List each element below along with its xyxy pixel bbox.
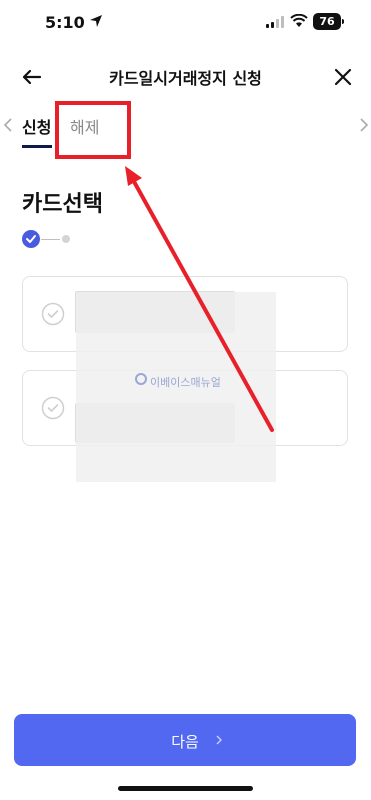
section-title: 카드선택: [22, 192, 103, 217]
cellular-signal-icon: [266, 16, 284, 28]
status-time: 5:10: [45, 13, 85, 32]
watermark-logo-icon: [135, 373, 147, 385]
chevron-right-icon[interactable]: [358, 116, 370, 134]
step-connector: [41, 238, 60, 240]
card-info-redacted: [75, 291, 235, 333]
page-title: 카드일시거래정지 신청: [109, 69, 262, 88]
card-info-redacted: [75, 403, 235, 443]
watermark-text: 이베이스매뉴얼: [150, 376, 221, 389]
close-icon[interactable]: [329, 63, 357, 91]
next-button[interactable]: 다음: [14, 714, 356, 766]
step-pending-dot: [62, 235, 70, 243]
check-circle-icon[interactable]: [41, 302, 65, 326]
card-option[interactable]: [22, 276, 348, 352]
tab-release[interactable]: 해제: [70, 114, 99, 138]
app-screen: 5:10 76 카드일시거래정지 신청 신청 해제 카드선택 이베이스매뉴얼 다…: [0, 0, 371, 800]
tab-apply[interactable]: 신청: [22, 114, 51, 138]
location-arrow-icon: [90, 15, 102, 27]
tab-active-indicator: [22, 145, 52, 148]
home-indicator: [118, 786, 253, 791]
step-indicator: [22, 230, 82, 248]
status-bar: 5:10 76: [0, 0, 371, 46]
next-button-label: 다음: [171, 733, 199, 751]
battery-icon: 76: [313, 13, 341, 30]
wifi-icon: [290, 14, 308, 27]
step-done-icon: [22, 230, 40, 248]
battery-tip: [342, 19, 344, 24]
chevron-right-icon: [216, 735, 222, 745]
chevron-left-icon[interactable]: [2, 116, 14, 134]
check-circle-icon[interactable]: [41, 396, 65, 420]
header: 카드일시거래정지 신청: [0, 55, 371, 99]
